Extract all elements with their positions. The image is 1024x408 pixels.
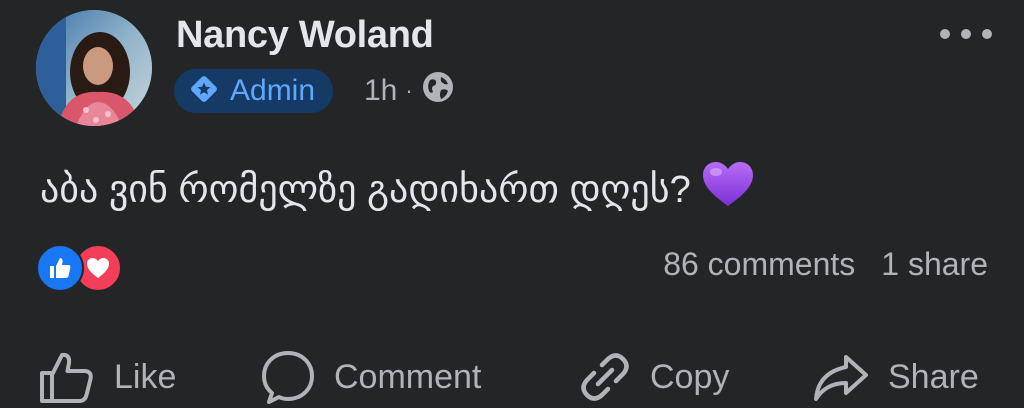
globe-icon[interactable] — [421, 70, 455, 112]
link-icon — [578, 350, 632, 404]
copy-label: Copy — [650, 357, 730, 396]
more-options-button[interactable] — [940, 22, 992, 46]
thumbs-up-icon — [38, 349, 96, 405]
engagement-counts: 86 comments 1 share — [663, 246, 988, 283]
post-meta: 1h · — [364, 70, 455, 112]
share-label: Share — [888, 357, 979, 396]
author-name[interactable]: Nancy Woland — [176, 14, 434, 57]
post-text: აბა ვინ რომელზე გადიხართ დღეს? — [40, 160, 755, 218]
post-time[interactable]: 1h — [364, 74, 397, 108]
avatar[interactable] — [36, 10, 152, 126]
purple-heart-emoji-icon — [701, 160, 755, 218]
meta-separator: · — [405, 78, 413, 103]
share-button[interactable]: Share — [812, 346, 979, 408]
admin-badge-label: Admin — [230, 74, 316, 107]
copy-button[interactable]: Copy — [578, 346, 729, 408]
share-arrow-icon — [812, 351, 870, 403]
admin-badge[interactable]: Admin — [174, 69, 334, 113]
post-card: Nancy Woland Admin 1h · აბა ვინ რომელზე … — [0, 0, 1024, 407]
comment-label: Comment — [334, 357, 482, 396]
comment-bubble-icon — [260, 349, 316, 405]
more-dot-icon — [982, 29, 992, 39]
like-label: Like — [114, 357, 177, 396]
admin-diamond-icon — [188, 73, 220, 110]
action-bar: Like Comment Copy Share — [0, 340, 1024, 407]
shares-count[interactable]: 1 share — [881, 246, 988, 283]
post-text-content: აბა ვინ რომელზე გადიხართ დღეს? — [40, 168, 691, 211]
reactions-summary[interactable] — [36, 244, 132, 292]
like-reaction-icon — [36, 244, 84, 292]
more-dot-icon — [940, 29, 950, 39]
comment-button[interactable]: Comment — [260, 346, 481, 408]
avatar-photo — [36, 10, 152, 126]
more-dot-icon — [961, 29, 971, 39]
like-button[interactable]: Like — [38, 346, 176, 408]
comments-count[interactable]: 86 comments — [663, 246, 855, 283]
